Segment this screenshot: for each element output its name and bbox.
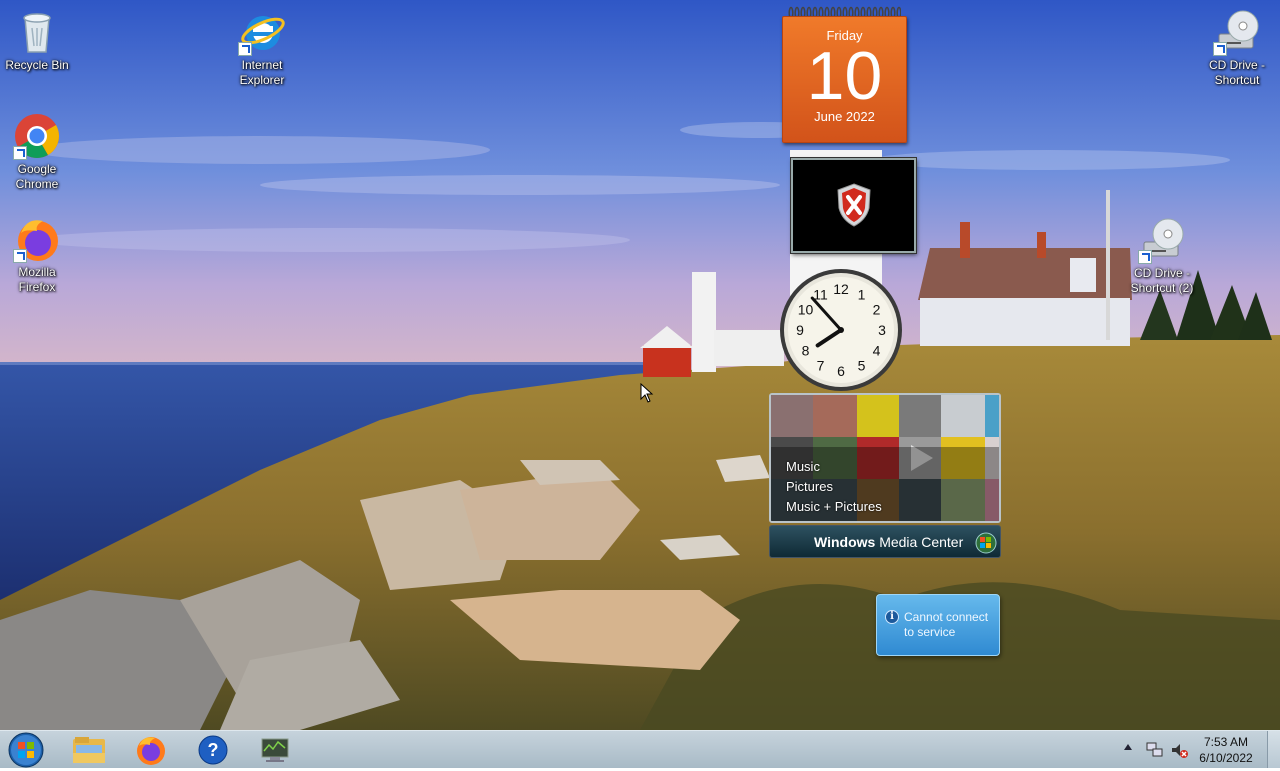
firefox-icon <box>13 215 61 263</box>
calendar-page: Friday 10 June 2022 <box>782 16 907 143</box>
chrome-icon <box>13 112 61 160</box>
windows-orb-icon <box>8 732 44 768</box>
clock-numeral: 5 <box>858 358 866 374</box>
taskbar-help[interactable]: ? <box>190 733 236 767</box>
recycle-bin-icon <box>13 8 61 56</box>
taskbar-file-explorer[interactable] <box>66 733 112 767</box>
taskbar-monitor[interactable] <box>252 733 298 767</box>
shortcut-arrow-icon <box>1138 250 1152 264</box>
shortcut-arrow-icon <box>13 249 27 263</box>
internet-explorer-icon <box>238 8 286 56</box>
info-icon: i <box>885 610 899 624</box>
desktop-wallpaper <box>0 0 1280 730</box>
desktop-icon-label: Mozilla Firefox <box>18 265 56 294</box>
clock-numeral: 1 <box>858 286 866 302</box>
clock-numeral: 10 <box>798 302 814 318</box>
desktop-icon-google-chrome[interactable]: Google Chrome <box>0 112 75 192</box>
clock-numeral: 12 <box>833 281 849 297</box>
analog-clock-gadget[interactable]: 1 2 3 4 5 6 7 8 9 10 11 12 <box>778 267 904 393</box>
desktop-icon-label: CD Drive - Shortcut <box>1209 58 1265 87</box>
taskbar-date: 6/10/2022 <box>1199 751 1253 765</box>
desktop-icon-recycle-bin[interactable]: Recycle Bin <box>0 8 75 73</box>
clock-numeral: 8 <box>802 343 810 359</box>
file-explorer-icon <box>73 737 105 763</box>
media-menu-music-pictures[interactable]: Music + Pictures <box>786 497 882 517</box>
start-button[interactable] <box>6 732 46 768</box>
clock-numeral: 2 <box>873 302 881 318</box>
media-center-menu: Music Pictures Music + Pictures <box>786 457 882 517</box>
desktop-icon-label: CD Drive - Shortcut (2) <box>1130 266 1194 295</box>
shortcut-arrow-icon <box>238 42 252 56</box>
media-center-title: Windows Media Center <box>814 534 963 550</box>
shortcut-arrow-icon <box>1213 42 1227 56</box>
svg-text:?: ? <box>208 740 219 760</box>
tray-network-icon[interactable] <box>1146 741 1164 759</box>
clock-numeral: 9 <box>796 322 804 338</box>
desktop-icon-internet-explorer[interactable]: Internet Explorer <box>224 8 300 88</box>
cd-drive-icon <box>1213 8 1261 56</box>
show-hidden-icons-button[interactable] <box>1124 744 1132 750</box>
calendar-gadget[interactable]: Friday 10 June 2022 <box>782 6 907 143</box>
info-message: Cannot connect to service <box>904 610 989 639</box>
firefox-icon <box>137 737 165 765</box>
shortcut-arrow-icon <box>13 146 27 160</box>
calendar-month-year: June 2022 <box>814 109 875 124</box>
windows-logo-icon <box>975 532 997 554</box>
taskbar: ? 7:53 AM 6/10/2022 <box>0 730 1280 768</box>
tray-volume-muted-icon[interactable] <box>1170 741 1188 759</box>
clock-face: 1234567891011 12 <box>780 269 902 391</box>
clock-numeral: 4 <box>873 343 881 359</box>
media-center-title-rest: Media Center <box>875 534 964 550</box>
desktop-icon-mozilla-firefox[interactable]: Mozilla Firefox <box>0 215 75 295</box>
media-menu-music[interactable]: Music <box>786 457 882 477</box>
taskbar-time: 7:53 AM <box>1203 735 1249 749</box>
help-icon: ? <box>198 735 228 765</box>
cd-drive-icon <box>1138 216 1186 264</box>
security-gadget[interactable] <box>791 158 916 253</box>
media-center-title-windows: Windows <box>814 534 876 550</box>
media-tiles: Music Pictures Music + Pictures <box>769 393 1001 523</box>
clock-numeral: 7 <box>817 358 825 374</box>
desktop-icon-label: Recycle Bin <box>5 58 69 72</box>
clock-numeral: 3 <box>878 322 886 338</box>
taskbar-firefox[interactable] <box>128 733 174 767</box>
info-gadget[interactable]: i Cannot connect to service <box>876 594 1000 656</box>
desktop-icon-label: Google Chrome <box>15 162 59 191</box>
taskbar-clock[interactable]: 7:53 AM 6/10/2022 <box>1196 734 1256 766</box>
media-center-brand-bar[interactable]: Windows Media Center <box>769 525 1001 558</box>
windows-media-center-gadget[interactable]: Music Pictures Music + Pictures Windows … <box>769 393 1001 558</box>
show-desktop-button[interactable] <box>1267 731 1280 768</box>
media-menu-pictures[interactable]: Pictures <box>786 477 882 497</box>
desktop-icon-label: Internet Explorer <box>239 58 285 87</box>
mouse-cursor-icon <box>640 383 654 403</box>
desktop-icon-cd-drive-shortcut[interactable]: CD Drive - Shortcut <box>1199 8 1275 88</box>
calendar-date: 10 <box>806 38 883 114</box>
desktop-icon-cd-drive-shortcut-2[interactable]: CD Drive - Shortcut (2) <box>1124 216 1200 296</box>
clock-numeral: 6 <box>837 363 845 379</box>
monitor-icon <box>261 738 289 762</box>
security-shield-error-icon <box>837 183 871 227</box>
